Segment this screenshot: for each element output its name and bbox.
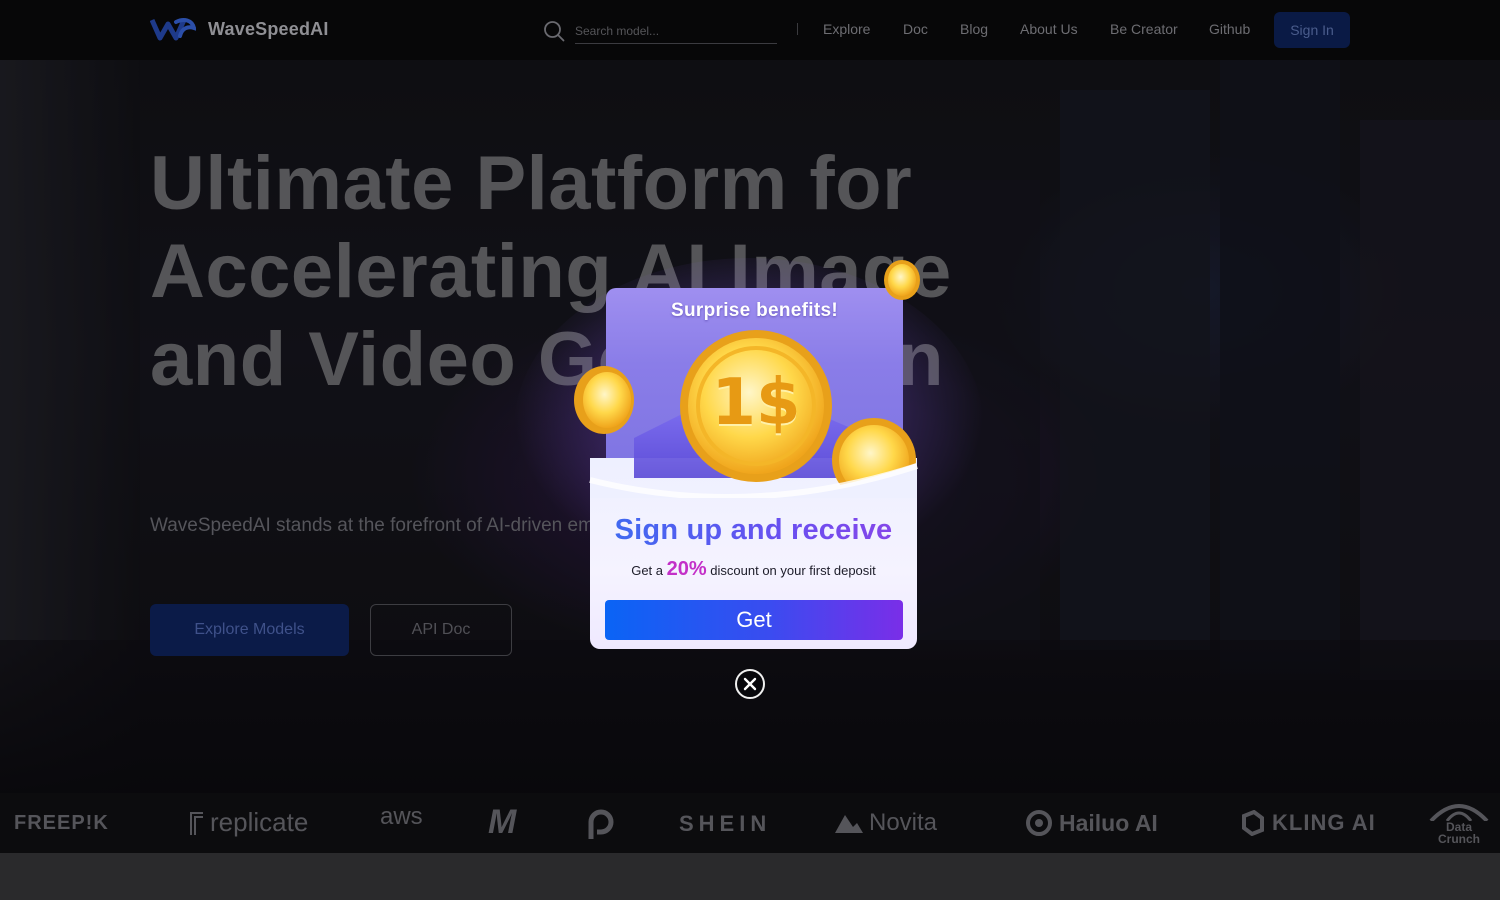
modal-title: Sign up and receive bbox=[590, 514, 917, 547]
nav-be-creator[interactable]: Be Creator bbox=[1110, 21, 1178, 37]
brand[interactable]: WaveSpeedAI bbox=[150, 14, 329, 44]
signup-promo-modal: 1$ Surprise benefits! Sign up and receiv… bbox=[514, 258, 984, 653]
top-navbar: WaveSpeedAI Explore Doc Blog About Us Be… bbox=[0, 0, 1500, 60]
wavespeed-logo-icon bbox=[150, 18, 196, 41]
hailuo-mark-icon bbox=[1026, 810, 1052, 836]
brand-name: WaveSpeedAI bbox=[208, 18, 329, 39]
replicate-mark-icon bbox=[190, 811, 203, 835]
partner-novita-logo: Novita bbox=[835, 809, 937, 837]
partner-shein-logo: SHEIN bbox=[679, 811, 772, 836]
partner-datacrunch-logo: Data Crunch bbox=[1427, 799, 1491, 845]
partner-kling-logo: KLING AI bbox=[1240, 810, 1376, 836]
modal-subtitle: Get a 20% discount on your first deposit bbox=[631, 558, 876, 580]
search-input[interactable] bbox=[575, 18, 777, 44]
partner-aws-logo: aws bbox=[380, 803, 423, 830]
partner-logos: FREEP!K replicate aws M SHEIN Novita Hai… bbox=[0, 793, 1500, 853]
search-bar bbox=[543, 18, 777, 44]
nav-explore[interactable]: Explore bbox=[823, 21, 870, 37]
nav-doc[interactable]: Doc bbox=[903, 21, 928, 37]
partner-replicate-logo: replicate bbox=[190, 807, 308, 838]
api-doc-button[interactable]: API Doc bbox=[370, 604, 512, 656]
partner-p-logo bbox=[585, 806, 617, 840]
get-button[interactable]: Get bbox=[605, 600, 903, 640]
sign-in-button[interactable]: Sign In bbox=[1274, 12, 1350, 48]
novita-mark-icon bbox=[835, 815, 863, 833]
datacrunch-mark-icon bbox=[1429, 804, 1489, 821]
nav-blog[interactable]: Blog bbox=[960, 21, 988, 37]
modal-heading: Surprise benefits! bbox=[671, 300, 838, 321]
page-footer-strip bbox=[0, 853, 1500, 900]
nav-divider bbox=[797, 23, 798, 35]
coin-amount-label: 1$ bbox=[711, 366, 801, 440]
discount-percent: 20% bbox=[666, 558, 707, 580]
kling-mark-icon bbox=[1242, 810, 1264, 836]
nav-github[interactable]: Github bbox=[1209, 21, 1250, 37]
partner-freepik-logo: FREEP!K bbox=[14, 812, 109, 834]
partner-m-logo: M bbox=[488, 803, 517, 841]
modal-close-button[interactable] bbox=[735, 669, 765, 699]
partner-hailuo-logo: Hailuo AI bbox=[1025, 809, 1158, 837]
close-icon bbox=[743, 677, 757, 691]
search-icon[interactable] bbox=[543, 20, 565, 42]
nav-about-us[interactable]: About Us bbox=[1020, 21, 1078, 37]
explore-models-button[interactable]: Explore Models bbox=[150, 604, 349, 656]
page: WaveSpeedAI Explore Doc Blog About Us Be… bbox=[0, 0, 1500, 900]
p-mark-icon bbox=[588, 809, 614, 839]
